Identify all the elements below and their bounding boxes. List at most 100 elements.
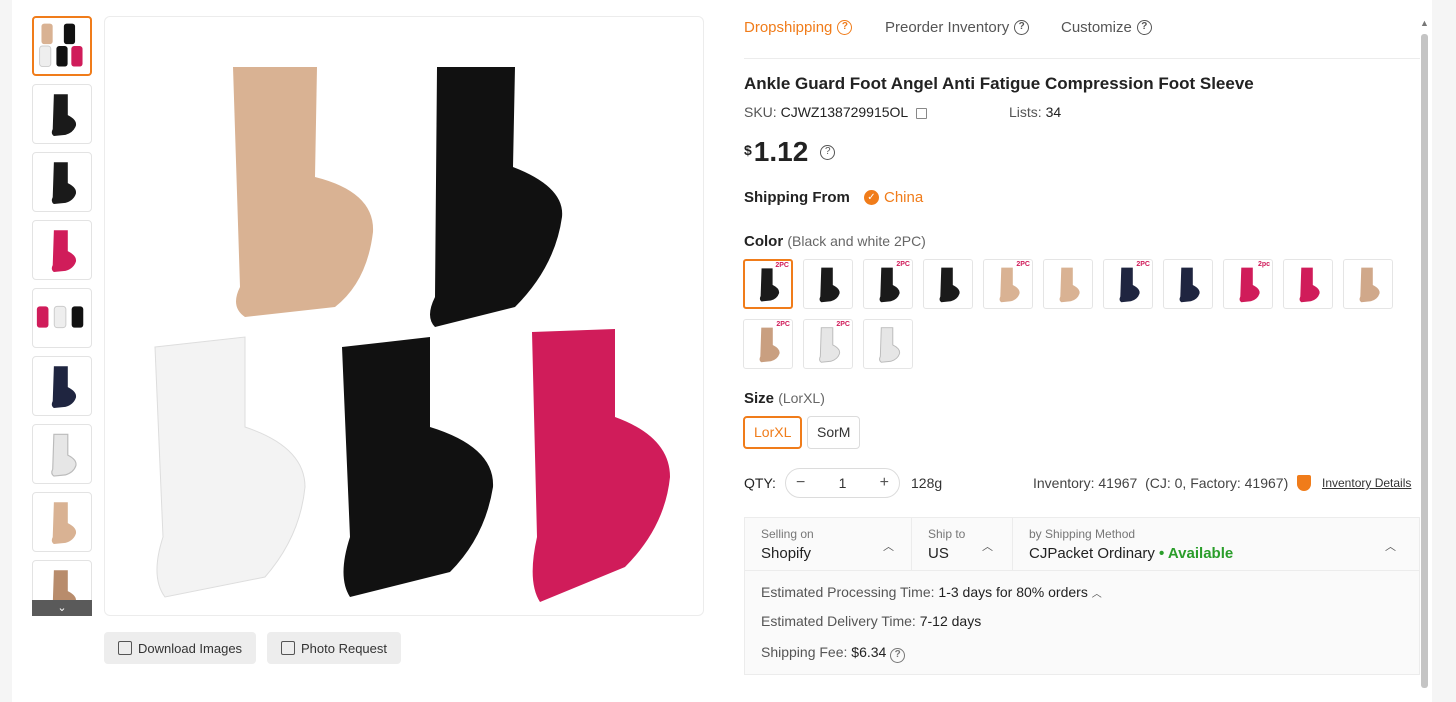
chevron-down-icon[interactable]: ⌄ [32,600,92,616]
chevron-up-icon: ︿ [883,541,894,553]
copy-icon[interactable] [915,107,927,119]
delivery-time: Estimated Delivery Time: 7-12 days [761,613,981,629]
photo-request-button[interactable]: Photo Request [267,632,402,664]
thumbnail[interactable] [32,84,92,144]
shipping-header: Selling on Shopify ︿ Ship to US ︿ by Shi… [745,518,1419,571]
scroll-up-arrow[interactable]: ▲ [1420,18,1429,28]
tab-bar: Dropshipping ? Preorder Inventory ? Cust… [744,0,1420,59]
price-value: 1.12 [753,136,809,167]
product-title: Ankle Guard Foot Angel Anti Fatigue Comp… [744,74,1254,93]
question-circle-icon[interactable]: ? [1014,20,1030,35]
scrollbar[interactable] [1421,34,1428,688]
chevron-up-icon: ︿ [982,541,993,553]
chevron-up-icon[interactable]: ︿ [1092,589,1102,600]
swatch-tag: 2PC [1136,261,1150,268]
shipping-from-china[interactable]: ✓ China [864,189,923,206]
selling-on-select[interactable]: Selling on Shopify ︿ [745,518,912,571]
swatch-tag: 2PC [836,321,850,328]
color-swatch[interactable] [803,259,853,309]
inventory-text: Inventory: 41967 (CJ: 0, Factory: 41967) [1033,475,1289,491]
color-swatch[interactable]: 2PC [743,319,793,369]
qty-label: QTY: [744,475,776,491]
thumbnail[interactable] [32,220,92,280]
quantity-value[interactable]: 1 [839,475,847,491]
country-label: China [884,189,924,206]
delivery-label: Estimated Delivery Time: [761,613,916,629]
swatch-tag: 2PC [1016,261,1030,268]
tab-label: Dropshipping [744,19,833,36]
method-name: CJPacket Ordinary [1029,545,1155,562]
color-swatch[interactable]: 2PC [983,259,1033,309]
fee-label: Shipping Fee: [761,644,848,660]
quantity-stepper[interactable]: − 1 + [785,468,900,498]
inventory-details-link[interactable]: Inventory Details [1322,476,1411,490]
size-option-lorxl[interactable]: LorXL [743,416,803,449]
weight: 128g [911,475,943,491]
color-swatch[interactable] [1163,259,1213,309]
color-swatch[interactable]: 2PC [803,319,853,369]
color-swatch[interactable]: 2pc [1223,259,1273,309]
question-circle-icon[interactable]: ? [890,648,906,663]
tab-preorder-inventory[interactable]: Preorder Inventory ? [885,19,1030,36]
shipping-method-select[interactable]: by Shipping Method CJPacket Ordinary • A… [1013,518,1419,571]
size-selected: (LorXL) [778,390,825,406]
minus-button[interactable]: − [796,474,805,492]
chevron-up-icon: ︿ [1385,541,1396,553]
ship-to-select[interactable]: Ship to US ︿ [912,518,1013,571]
download-images-label: Download Images [138,640,243,656]
lists-label: Lists: [1009,104,1042,120]
color-swatch[interactable] [1343,259,1393,309]
currency-symbol: $ [744,142,752,158]
download-images-button[interactable]: Download Images [104,632,257,664]
thumbnail[interactable] [32,356,92,416]
ship-to-caption: Ship to [928,527,966,541]
thumbnail[interactable] [32,152,92,212]
color-swatch[interactable] [1283,259,1333,309]
shipping-from-label: Shipping From [744,189,850,206]
thumbnail-strip[interactable] [32,16,92,616]
color-selected: (Black and white 2PC) [787,233,926,249]
color-swatch[interactable] [863,319,913,369]
tab-customize[interactable]: Customize ? [1061,19,1152,36]
swatch-tag: 2PC [775,262,789,269]
price: $ 1.12 ? [744,136,836,168]
main-product-image [104,16,704,616]
processing-time: Estimated Processing Time: 1-3 days for … [761,584,1102,600]
selling-on-value: Shopify [761,545,812,562]
question-circle-icon[interactable]: ? [820,145,836,160]
sku-value: CJWZ138729915OL [780,104,908,120]
method-value: CJPacket Ordinary • Available [1029,545,1233,562]
shield-icon [1297,475,1311,491]
question-circle-icon[interactable]: ? [837,20,853,35]
size-label-row: Size (LorXL) [744,390,825,407]
thumbnail[interactable] [32,492,92,552]
thumbnail[interactable] [32,424,92,484]
tab-label: Customize [1061,19,1132,36]
thumbnail[interactable] [32,288,92,348]
color-label: Color [744,233,784,250]
color-swatch[interactable] [923,259,973,309]
size-option-sorm[interactable]: SorM [807,416,861,449]
question-circle-icon[interactable]: ? [1136,20,1152,35]
download-icon [118,641,132,655]
plus-button[interactable]: + [880,474,889,492]
swatch-tag: 2PC [896,261,910,268]
tab-dropshipping[interactable]: Dropshipping ? [744,19,853,36]
color-swatch[interactable]: 2PC [863,259,913,309]
color-label-row: Color (Black and white 2PC) [744,233,926,250]
fee-value: $6.34 [851,644,887,660]
lists-count: Lists: 34 [1009,104,1061,120]
thumbnail[interactable] [32,16,92,76]
color-swatch[interactable]: 2PC [743,259,793,309]
shipping-fee: Shipping Fee: $6.34 ? [761,644,906,663]
check-circle-icon: ✓ [864,190,879,205]
color-swatch[interactable] [1043,259,1093,309]
video-icon [281,641,295,655]
ship-to-value: US [928,545,949,562]
processing-label: Estimated Processing Time: [761,584,935,600]
tab-label: Preorder Inventory [885,19,1010,36]
method-caption: by Shipping Method [1029,527,1136,541]
availability-status: • Available [1159,545,1234,562]
photo-request-label: Photo Request [301,640,388,656]
color-swatch[interactable]: 2PC [1103,259,1153,309]
